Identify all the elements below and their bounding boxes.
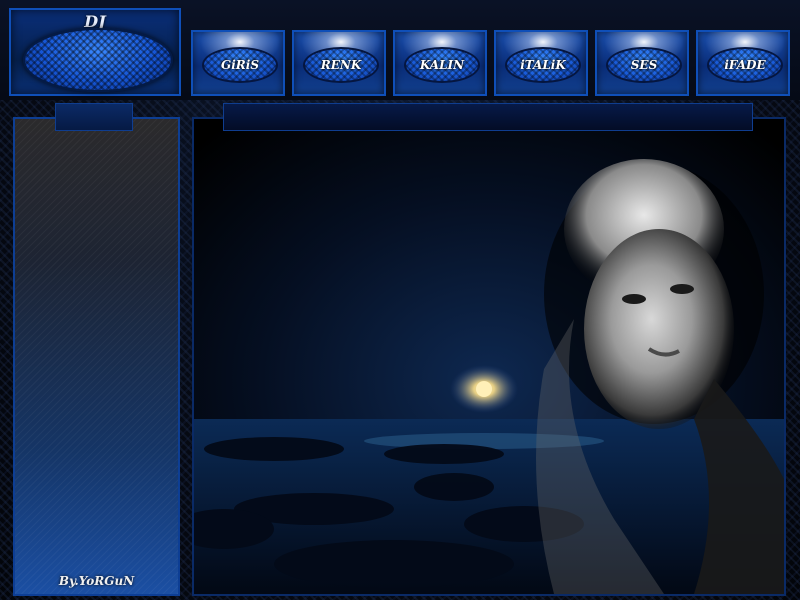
logo-oval <box>23 28 173 92</box>
nav-label-kalin: KALIN <box>419 58 465 72</box>
nav-oval: KALIN <box>404 47 480 83</box>
nav-button-ifade[interactable]: iFADE <box>696 30 792 96</box>
nav-label-ifade: iFADE <box>724 58 766 72</box>
main-title-bar <box>223 103 753 131</box>
nav-oval: SES <box>606 47 682 83</box>
nav-button-italik[interactable]: iTALiK <box>494 30 590 96</box>
nav-label-ses: SES <box>630 58 658 72</box>
nav-button-kalin[interactable]: KALIN <box>393 30 489 96</box>
nav-label-giris: GiRiS <box>220 58 259 72</box>
signature: By.YoRGuN <box>58 574 135 588</box>
night-scene-image <box>194 119 784 594</box>
nav-oval: iTALiK <box>505 47 581 83</box>
sidebar-panel: By.YoRGuN <box>13 117 180 596</box>
nav-label-renk: RENK <box>320 58 362 72</box>
nav-button-renk[interactable]: RENK <box>292 30 388 96</box>
logo-panel: DJ <box>9 8 181 96</box>
nav-button-ses[interactable]: SES <box>595 30 691 96</box>
sidebar-tab <box>55 103 133 131</box>
nav-button-giris[interactable]: GiRiS <box>191 30 287 96</box>
nav-oval: iFADE <box>707 47 783 83</box>
moon <box>476 381 492 397</box>
nav-oval: RENK <box>303 47 379 83</box>
nav-label-italik: iTALiK <box>520 58 566 72</box>
nav-oval: GiRiS <box>202 47 278 83</box>
main-content <box>192 117 786 596</box>
